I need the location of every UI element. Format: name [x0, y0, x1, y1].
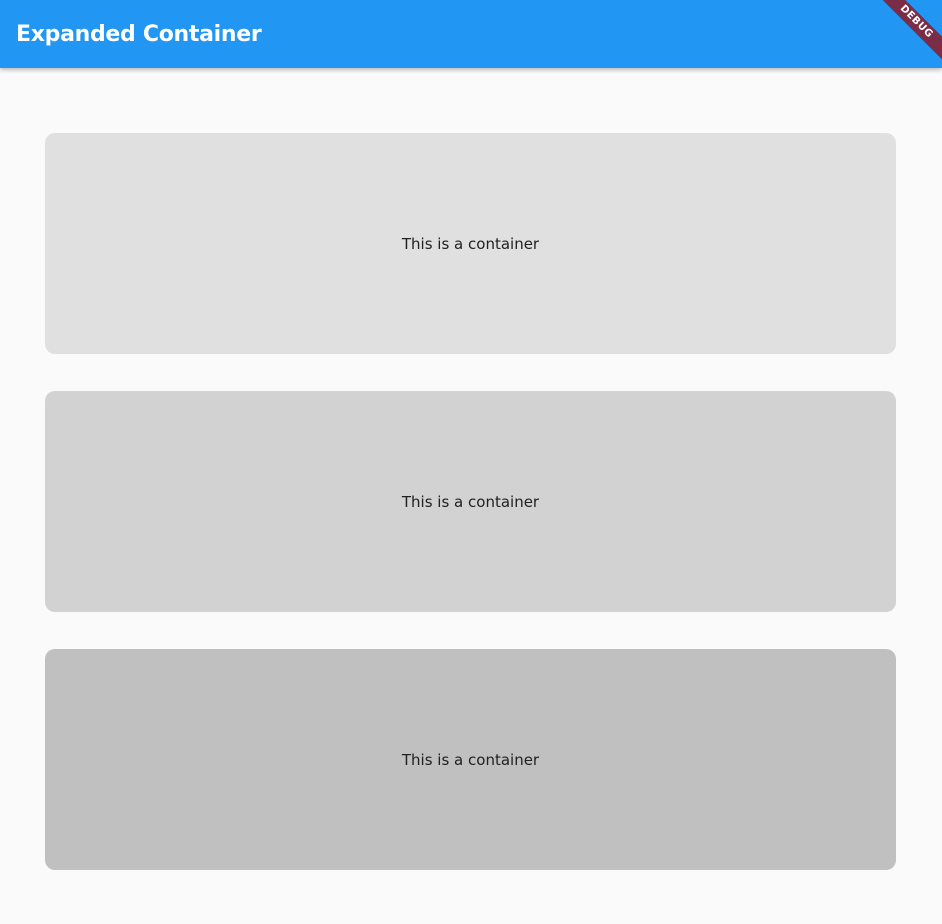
container-3: This is a container: [45, 649, 896, 870]
container-1: This is a container: [45, 133, 896, 354]
app-bar: Expanded Container: [0, 0, 942, 68]
app-bar-title: Expanded Container: [16, 21, 262, 47]
container-2-label: This is a container: [401, 492, 540, 511]
container-2: This is a container: [45, 391, 896, 612]
container-1-label: This is a container: [401, 234, 540, 253]
container-3-label: This is a container: [401, 750, 540, 769]
body-content: This is a container This is a container …: [0, 68, 942, 924]
